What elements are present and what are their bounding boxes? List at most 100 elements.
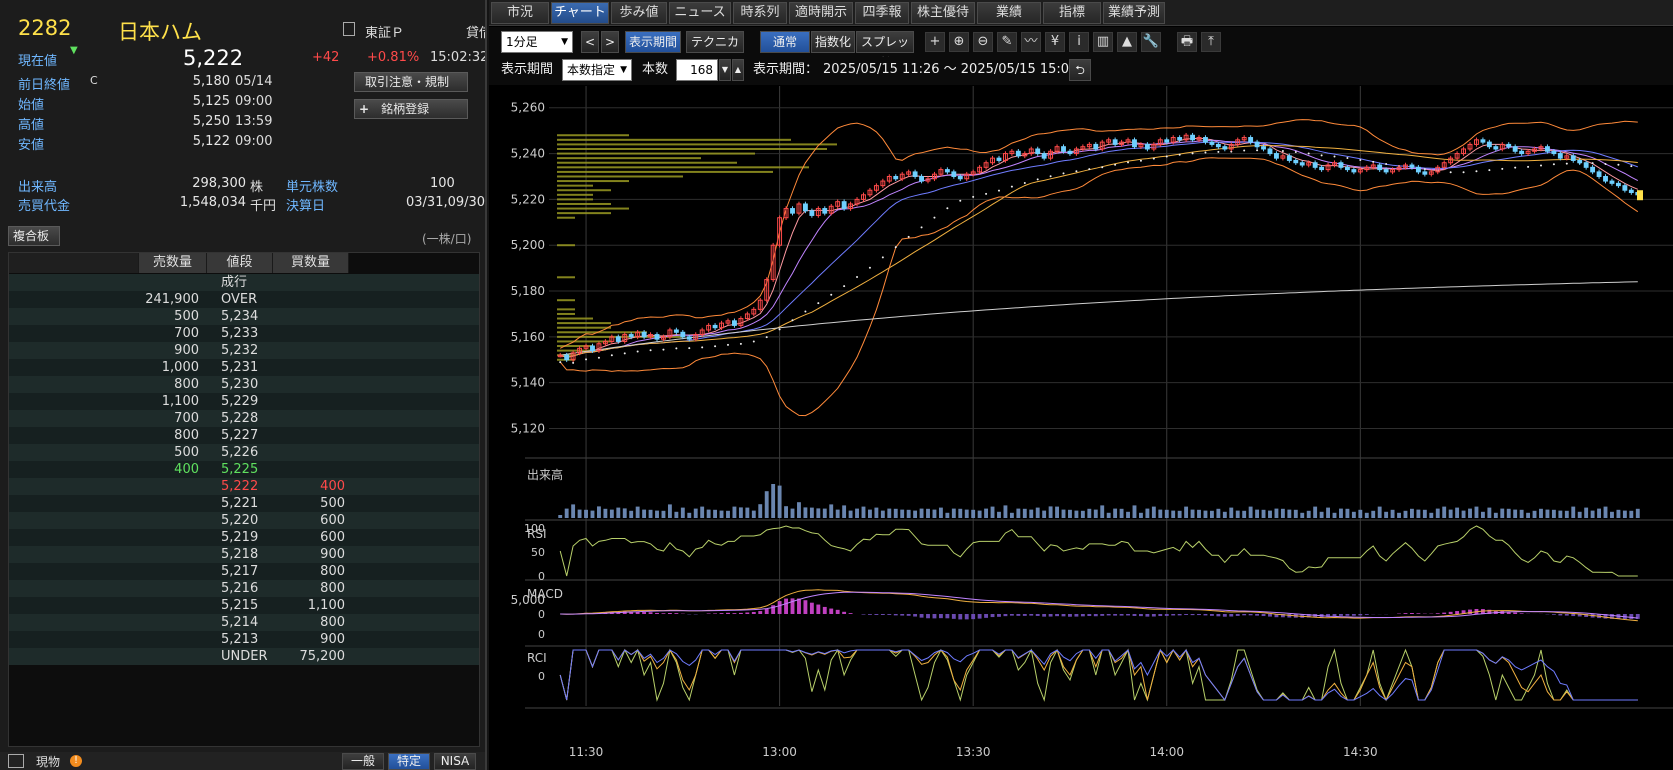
tab-9[interactable]: 指標 (1043, 2, 1101, 24)
macd-histogram-bar (667, 613, 672, 614)
account-tab-nisa[interactable]: NISA (434, 753, 476, 770)
candle-body (893, 175, 899, 180)
tab-0[interactable]: 市況 (491, 2, 549, 24)
count-up-icon[interactable]: ▲ (732, 59, 744, 81)
technical-button[interactable]: テクニカル (686, 31, 744, 69)
x-tick-label: 13:30 (956, 745, 991, 759)
candle-body (996, 157, 1002, 161)
vwap-dot (881, 256, 884, 259)
book-row[interactable]: 500 5,234 (9, 308, 479, 325)
volume-bar (984, 508, 989, 518)
account-tab-specific[interactable]: 特定 (388, 753, 430, 770)
book-row[interactable]: 5,215 1,100 (9, 597, 479, 614)
book-row[interactable]: 500 5,226 (9, 444, 479, 461)
book-row[interactable]: 700 5,228 (9, 410, 479, 427)
tab-8[interactable]: 業績 (977, 2, 1041, 24)
volume-bar (706, 509, 711, 518)
next-button[interactable]: > (601, 31, 619, 53)
print-icon[interactable]: 🖶 (1177, 32, 1197, 52)
period-mode-select[interactable]: 本数指定 ▼ (562, 59, 632, 81)
macd-histogram-bar (1216, 614, 1221, 617)
candle-body (1190, 134, 1195, 141)
rci-line (559, 648, 1638, 702)
tab-10[interactable]: 業績予測 (1103, 2, 1165, 24)
book-row[interactable]: 5,219 600 (9, 529, 479, 546)
vwap-dot (726, 343, 729, 346)
period-button[interactable]: 表示期間 (625, 31, 681, 53)
wrench-icon[interactable]: 🔧 (1141, 32, 1161, 52)
window-icon[interactable] (8, 754, 24, 768)
book-row[interactable]: 5,213 900 (9, 631, 479, 648)
tab-5[interactable]: 適時開示 (789, 2, 853, 24)
tab-1[interactable]: チャート (551, 2, 609, 24)
book-row[interactable]: 5,214 800 (9, 614, 479, 631)
prev-button[interactable]: < (581, 31, 599, 53)
volume-bar (1035, 507, 1040, 518)
book-row[interactable]: 5,217 800 (9, 563, 479, 580)
count-input[interactable]: 168 (676, 59, 718, 81)
candle-body (1486, 141, 1492, 148)
book-row[interactable]: 5,221 500 (9, 495, 479, 512)
export-icon[interactable]: ⤒ (1201, 32, 1221, 52)
spread-button[interactable]: スプレッド (856, 31, 914, 69)
yen-icon[interactable]: ¥ (1045, 32, 1065, 52)
zoom-in-icon[interactable]: ⊕ (949, 32, 969, 52)
candle-body (1519, 150, 1525, 155)
index-button[interactable]: 指数化 (811, 31, 855, 53)
book-row[interactable]: 700 5,233 (9, 325, 479, 342)
tab-7[interactable]: 株主優待 (911, 2, 975, 24)
interval-select[interactable]: 1分足 ▼ (501, 31, 573, 53)
price-chart[interactable]: 11:30 13:00 13:30 14:00 14:30 5,260 5,240 5,220… (489, 86, 1673, 770)
count-down-icon[interactable]: ▼ (719, 59, 731, 81)
book-price: 5,228 (221, 411, 259, 426)
book-row[interactable]: 241,900 OVER (9, 291, 479, 308)
book-row[interactable]: 1,100 5,229 (9, 393, 479, 410)
volume-bar (906, 509, 911, 518)
macd-label: MACD (527, 587, 563, 601)
book-row[interactable]: 800 5,230 (9, 376, 479, 393)
tab-3[interactable]: ニュース (669, 2, 731, 24)
register-label: 銘柄登録 (381, 102, 430, 116)
caution-button[interactable]: 取引注意・規制 (354, 72, 468, 92)
tab-4[interactable]: 時系列 (733, 2, 787, 24)
book-row[interactable]: 5,222 400 (9, 478, 479, 495)
book-row[interactable]: 成行 (9, 274, 479, 291)
quote-panel: 2282 日本ハム 東証Ｐ 貸借 現在値 ▼ 5,222 +42 +0.81% … (0, 0, 487, 770)
tab-2[interactable]: 歩み値 (611, 2, 667, 24)
ticker-code: 2282 (18, 16, 72, 40)
book-row[interactable]: 900 5,232 (9, 342, 479, 359)
book-row[interactable]: UNDER 75,200 (9, 648, 479, 665)
reset-icon[interactable]: ⮌ (1069, 59, 1091, 81)
vwap-dot (843, 285, 846, 288)
volume-bar (1126, 511, 1130, 518)
volume-bar (919, 508, 924, 518)
pen-icon[interactable]: ✎ (997, 32, 1017, 52)
register-button[interactable]: + 銘柄登録 (354, 99, 468, 119)
volume-bar (758, 504, 763, 518)
macd-histogram-bar (971, 614, 976, 620)
volume-bar (1397, 512, 1401, 518)
zoom-out-icon[interactable]: ⊖ (973, 32, 993, 52)
book-row[interactable]: 1,000 5,231 (9, 359, 479, 376)
crosshair-icon[interactable]: + (925, 32, 945, 52)
vwap-dot (830, 293, 833, 296)
book-row[interactable]: 400 5,225 (9, 461, 479, 478)
info-icon[interactable]: i (1069, 32, 1089, 52)
line-tool-icon[interactable]: 〰 (1021, 32, 1041, 52)
normal-button[interactable]: 通常 (760, 31, 810, 53)
book-row[interactable]: 5,218 900 (9, 546, 479, 563)
indicator-icon[interactable]: ▥ (1093, 32, 1113, 52)
order-book-tab[interactable]: 複合板 (8, 226, 60, 246)
volume-bar (571, 504, 576, 518)
tab-6[interactable]: 四季報 (855, 2, 909, 24)
rsi-tick-label: 0 (538, 570, 545, 583)
book-row[interactable]: 5,216 800 (9, 580, 479, 597)
book-row[interactable]: 5,220 600 (9, 512, 479, 529)
account-tab-general[interactable]: 一般 (342, 753, 384, 770)
warning-icon[interactable]: ! (70, 755, 82, 767)
document-icon[interactable] (343, 22, 355, 36)
volume-bar (616, 507, 621, 518)
book-row[interactable]: 800 5,227 (9, 427, 479, 444)
area-icon[interactable]: ▲ (1117, 32, 1137, 52)
book-price: 5,227 (221, 428, 259, 443)
